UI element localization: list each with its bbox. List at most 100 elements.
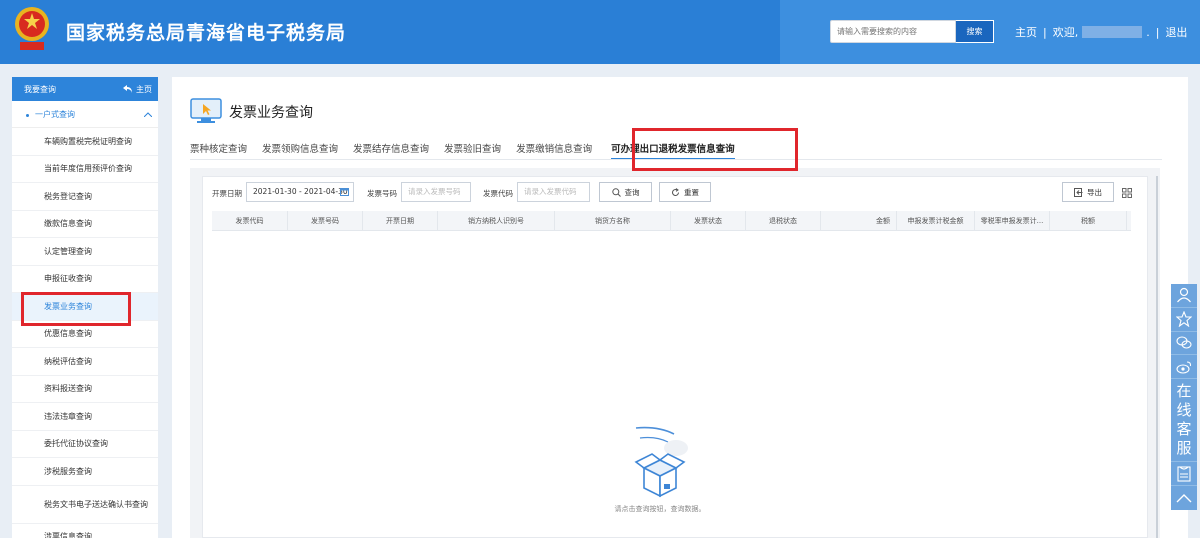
sidebar-item[interactable]: 发票业务查询: [12, 293, 158, 321]
float-favorite-button[interactable]: [1171, 308, 1197, 332]
table-header-cell[interactable]: 发票号码: [288, 211, 363, 230]
empty-box-icon: [634, 426, 688, 498]
empty-state-text: 请点击查询按钮，查询数据。: [614, 505, 706, 513]
tab[interactable]: 可办理出口退税发票信息查询: [611, 135, 735, 160]
online-service-char: 客: [1176, 420, 1192, 439]
welcome-text: 欢迎,: [1052, 26, 1079, 39]
header-links: 主页 | 欢迎, . | 退出: [1015, 24, 1187, 40]
export-button[interactable]: 导出: [1062, 182, 1114, 202]
reset-button-label: 重置: [684, 187, 699, 197]
sidebar: 我要查询 主页 一户式查询 车辆购置税完税证明查询 当前年度信用预评价查询 税务登记…: [12, 77, 158, 538]
tab-bar: 票种核定查询 发票领购信息查询 发票结存信息查询 发票验旧查询 发票缴销信息查询 可办理出…: [190, 135, 750, 161]
user-icon: [1177, 288, 1191, 303]
calendar-icon: [340, 188, 349, 196]
sidebar-item[interactable]: 违法违章查询: [12, 403, 158, 431]
separator: |: [1155, 25, 1160, 39]
sidebar-group-one-stop-query[interactable]: 一户式查询: [12, 101, 158, 128]
sidebar-item[interactable]: 车辆购置税完税证明查询: [12, 128, 158, 156]
tab[interactable]: 发票结存信息查询: [353, 135, 429, 161]
table-header-cell[interactable]: 销货方名称: [555, 211, 671, 230]
sidebar-item[interactable]: 缴款信息查询: [12, 211, 158, 238]
wechat-icon: [1176, 336, 1192, 349]
table-header-cell[interactable]: 税额: [1050, 211, 1127, 230]
date-filter-label: 开票日期: [212, 189, 242, 198]
national-emblem-icon: [15, 7, 49, 50]
separator: |: [1043, 25, 1047, 39]
search-icon: [611, 187, 621, 197]
table-header-cell[interactable]: 金额: [821, 211, 897, 230]
sidebar-item[interactable]: 税务文书电子送达确认书查询: [12, 486, 158, 524]
tab[interactable]: 发票缴销信息查询: [516, 135, 592, 161]
back-arrow-icon: [123, 85, 132, 93]
dot-text: .: [1146, 25, 1150, 39]
bullet-icon: [26, 113, 29, 117]
sidebar-item[interactable]: 资料报送查询: [12, 376, 158, 403]
invoice-number-input[interactable]: 请录入发票号码: [401, 182, 471, 202]
weibo-icon: [1176, 361, 1192, 374]
export-button-label: 导出: [1087, 187, 1102, 197]
table-header-cell[interactable]: 销方纳税人识别号: [438, 211, 555, 230]
star-icon: [1176, 311, 1192, 328]
reset-button[interactable]: 重置: [659, 182, 711, 202]
sidebar-item[interactable]: 认定管理查询: [12, 238, 158, 266]
query-button[interactable]: 查询: [599, 182, 652, 202]
table-header-cell[interactable]: 申报发票计税金额: [897, 211, 975, 230]
home-link[interactable]: 主页: [1015, 24, 1037, 40]
monitor-icon: [190, 98, 222, 123]
table-header-row: 发票代码 发票号码 开票日期 销方纳税人识别号 销货方名称 发票状态 退税状态 金额 申报发票计…: [212, 211, 1131, 231]
sidebar-header: 我要查询 主页: [12, 77, 158, 101]
column-settings-icon[interactable]: [1122, 188, 1132, 198]
sidebar-home-label: 主页: [136, 84, 152, 94]
sidebar-menu: 车辆购置税完税证明查询 当前年度信用预评价查询 税务登记查询 缴款信息查询 认定管理查询…: [12, 128, 158, 538]
sidebar-item[interactable]: 申报征收查询: [12, 266, 158, 293]
sidebar-item[interactable]: 涉税服务查询: [12, 458, 158, 486]
date-range-input[interactable]: 2021-01-30 - 2021-04-30: [246, 182, 354, 202]
search-button[interactable]: 搜索: [956, 20, 994, 43]
table-header-cell[interactable]: 发票状态: [671, 211, 746, 230]
sidebar-item[interactable]: 税务登记查询: [12, 183, 158, 211]
table-header-cell[interactable]: 零税率申报发票计...: [975, 211, 1050, 230]
online-service-char: 服: [1176, 439, 1192, 458]
floating-service-bar: 在线客服: [1171, 284, 1197, 510]
sidebar-item[interactable]: 纳税评估查询: [12, 348, 158, 376]
back-to-top-button[interactable]: [1171, 486, 1197, 510]
invoice-code-label: 发票代码: [483, 189, 513, 198]
invoice-code-input[interactable]: 请录入发票代码: [517, 182, 590, 202]
sidebar-item[interactable]: 当前年度信用预评价查询: [12, 156, 158, 183]
table-header-cell[interactable]: 开票日期: [363, 211, 438, 230]
sidebar-home-link[interactable]: 主页: [123, 84, 152, 95]
page-title: 发票业务查询: [229, 105, 313, 121]
refresh-icon: [672, 187, 679, 196]
query-button-label: 查询: [624, 187, 640, 197]
group-label: 一户式查询: [35, 109, 75, 119]
online-service-char: 在: [1176, 382, 1192, 401]
sidebar-title: 我要查询: [24, 84, 56, 94]
tab[interactable]: 票种核定查询: [190, 135, 247, 161]
table-header-cell[interactable]: 发票代码: [212, 211, 288, 230]
invoice-number-label: 发票号码: [367, 189, 397, 198]
site-title: 国家税务总局青海省电子税务局: [66, 22, 347, 44]
sidebar-item[interactable]: 优惠信息查询: [12, 321, 158, 348]
online-service-button[interactable]: 在线客服: [1171, 379, 1197, 463]
online-service-char: 线: [1176, 401, 1192, 420]
export-icon: [1074, 187, 1083, 197]
float-wechat-button[interactable]: [1171, 332, 1197, 356]
tab[interactable]: 发票验旧查询: [444, 135, 501, 161]
table-header-cell[interactable]: 退税状态: [746, 211, 821, 230]
tab-divider: [190, 159, 1162, 160]
sidebar-item[interactable]: 涉票信息查询: [12, 524, 158, 538]
float-notes-button[interactable]: [1171, 462, 1197, 487]
chevron-up-icon: [1176, 494, 1192, 503]
logout-link[interactable]: 退出: [1165, 24, 1187, 40]
tab[interactable]: 发票领购信息查询: [262, 135, 338, 161]
top-header: 国家税务总局青海省电子税务局 搜索 主页 | 欢迎, . | 退出: [0, 0, 1200, 64]
float-user-button[interactable]: [1171, 284, 1197, 308]
scrollbar[interactable]: [1156, 176, 1158, 538]
float-weibo-button[interactable]: [1171, 355, 1197, 380]
user-name-redacted: [1082, 26, 1143, 38]
document-icon: [1177, 466, 1191, 482]
date-range-value: 2021-01-30 - 2021-04-30: [253, 187, 348, 196]
sidebar-item[interactable]: 委托代征协议查询: [12, 431, 158, 458]
search-input[interactable]: [830, 20, 956, 43]
chevron-up-icon: [144, 111, 152, 117]
